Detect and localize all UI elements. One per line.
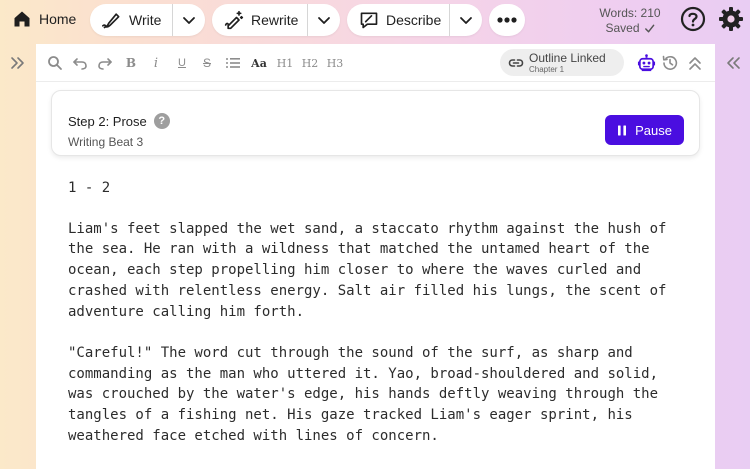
home-icon <box>14 11 30 27</box>
describe-label: Describe <box>386 12 442 28</box>
top-bar: Home Write Rewrite Describe Words: 210 S… <box>0 0 750 44</box>
step-help-icon[interactable]: ? <box>153 113 170 129</box>
rewrite-sparkle-pen-icon <box>224 10 244 30</box>
collapse-up-icon <box>689 57 701 70</box>
outline-label: Outline Linked <box>529 50 606 65</box>
step-title: Step 2: Prose <box>68 113 147 129</box>
step-header: Step 2: Prose ? <box>68 113 170 129</box>
check-icon <box>644 24 654 33</box>
collapse-toolbar-button[interactable] <box>685 53 705 73</box>
robot-icon <box>637 53 655 71</box>
double-chevron-right-icon[interactable] <box>9 55 25 71</box>
rewrite-dropdown-button[interactable] <box>308 4 340 36</box>
settings-gear-icon[interactable] <box>718 6 744 32</box>
pause-icon <box>618 125 627 135</box>
more-dots-icon <box>497 17 517 23</box>
undo-button[interactable] <box>72 53 88 73</box>
list-button[interactable] <box>225 53 241 73</box>
write-group: Write <box>90 4 205 36</box>
chapter-heading: 1 - 2 <box>68 180 111 196</box>
outline-linked-button[interactable]: Outline Linked Chapter 1 <box>500 49 624 76</box>
ai-robot-button[interactable] <box>636 53 656 73</box>
step-status-card: Step 2: Prose ? Writing Beat 3 Pause <box>51 90 700 156</box>
heading-2-button[interactable]: H2 <box>301 53 319 73</box>
paragraph: "Careful!" The word cut through the soun… <box>68 344 659 444</box>
list-icon <box>226 58 240 68</box>
describe-chat-icon <box>360 12 378 29</box>
history-icon <box>662 55 678 70</box>
italic-button[interactable]: i <box>148 53 164 73</box>
home-label: Home <box>39 11 77 27</box>
home-button[interactable]: Home <box>12 7 76 31</box>
document-area: Step 2: Prose ? Writing Beat 3 Pause 1 -… <box>36 82 715 469</box>
help-icon[interactable] <box>680 6 706 32</box>
undo-icon <box>73 58 87 70</box>
link-icon <box>508 58 524 67</box>
pause-button[interactable]: Pause <box>605 115 684 145</box>
more-options-button[interactable] <box>489 4 525 36</box>
chevron-down-icon <box>183 17 195 24</box>
pause-label: Pause <box>635 122 672 138</box>
search-icon <box>48 56 62 70</box>
write-dropdown-button[interactable] <box>173 4 205 36</box>
word-count: Words: 210 <box>599 6 661 20</box>
save-status: Saved <box>590 21 670 36</box>
heading-1-button[interactable]: H1 <box>276 53 294 73</box>
rewrite-button[interactable]: Rewrite <box>212 4 307 36</box>
describe-button[interactable]: Describe <box>347 4 449 36</box>
heading-3-button[interactable]: H3 <box>326 53 344 73</box>
font-size-button[interactable]: Aa <box>249 53 269 73</box>
outline-chapter: Chapter 1 <box>529 64 565 74</box>
underline-button[interactable]: U <box>174 53 190 73</box>
saved-label: Saved <box>605 21 640 35</box>
editor-toolbar: B i U S Aa H1 H2 H3 Outline Linked Chapt… <box>36 44 715 82</box>
describe-group: Describe <box>347 4 482 36</box>
write-button[interactable]: Write <box>90 4 172 36</box>
bold-button[interactable]: B <box>123 53 139 73</box>
chevron-down-icon <box>460 17 472 24</box>
double-chevron-left-icon[interactable] <box>726 55 742 71</box>
step-subtitle: Writing Beat 3 <box>68 135 144 149</box>
redo-icon <box>98 58 112 70</box>
write-label: Write <box>129 12 162 28</box>
write-pen-icon <box>102 13 120 29</box>
rewrite-group: Rewrite <box>212 4 340 36</box>
outline-text: Outline Linked Chapter 1 <box>529 52 606 74</box>
document-text[interactable]: 1 - 2 Liam's feet slapped the wet sand, … <box>68 178 680 467</box>
search-button[interactable] <box>47 53 63 73</box>
redo-button[interactable] <box>97 53 113 73</box>
history-button[interactable] <box>660 53 680 73</box>
strikethrough-button[interactable]: S <box>199 53 215 73</box>
paragraph: Liam's feet slapped the wet sand, a stac… <box>68 220 667 320</box>
word-count-status: Words: 210 Saved <box>590 6 670 36</box>
chevron-down-icon <box>318 17 330 24</box>
describe-dropdown-button[interactable] <box>450 4 482 36</box>
rewrite-label: Rewrite <box>251 12 299 28</box>
